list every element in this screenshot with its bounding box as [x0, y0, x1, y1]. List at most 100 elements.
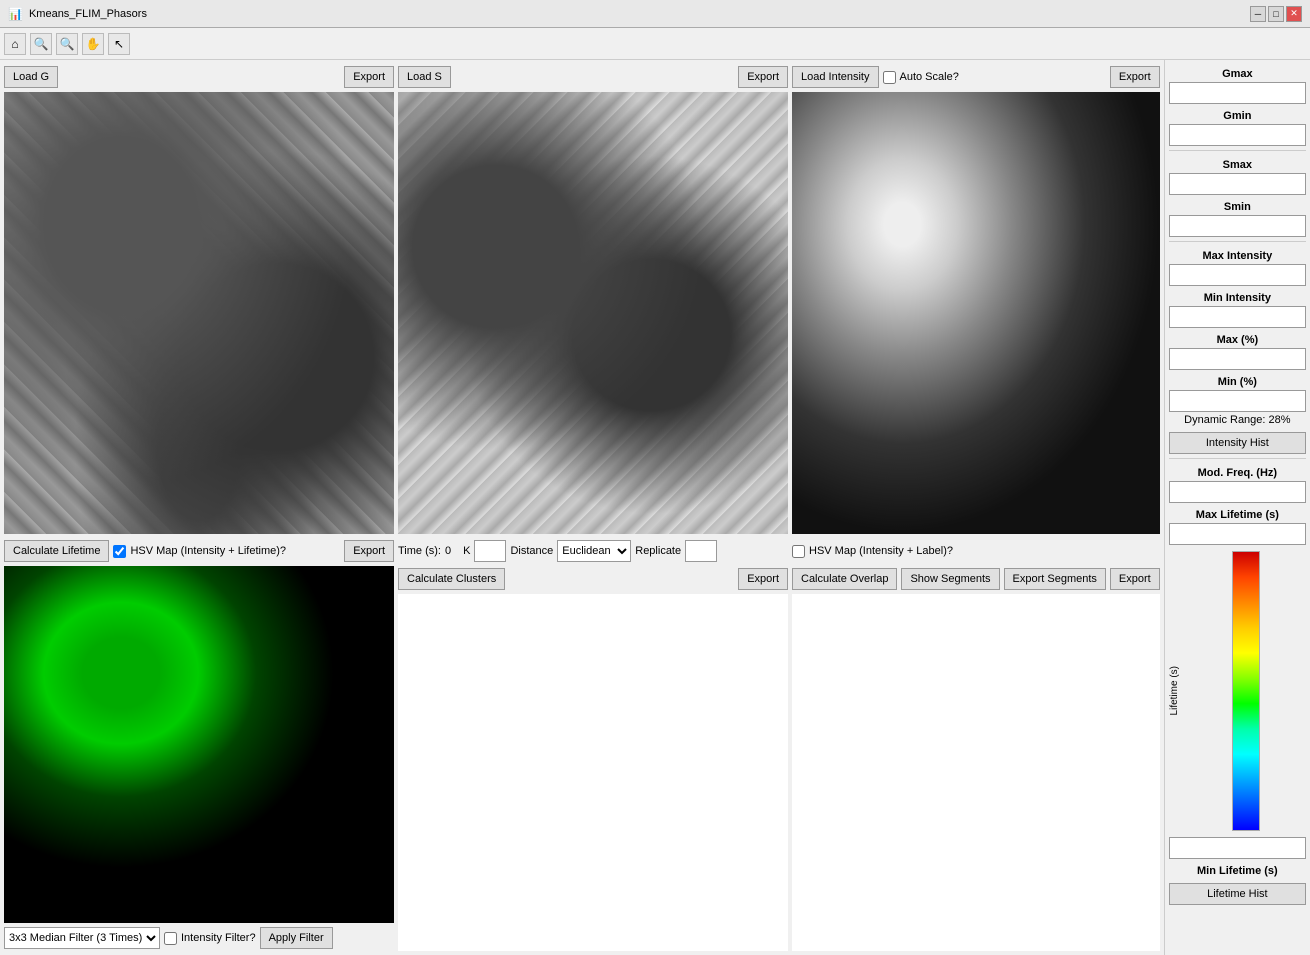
hsv-image-display: [4, 566, 394, 923]
intensity-image-display: [792, 92, 1160, 534]
zoom-out-icon[interactable]: 🔍: [56, 33, 78, 55]
dynamic-range-text: Dynamic Range: 28%: [1169, 414, 1306, 426]
export-intensity-button[interactable]: Export: [1110, 66, 1160, 88]
panel-segments: HSV Map (Intensity + Label)? Calculate O…: [792, 538, 1160, 951]
intensity-image: [792, 92, 1160, 534]
pan-icon[interactable]: ✋: [82, 33, 104, 55]
calculate-overlap-button[interactable]: Calculate Overlap: [792, 568, 897, 590]
mod-freq-label: Mod. Freq. (Hz): [1169, 467, 1306, 479]
maximize-button[interactable]: □: [1268, 6, 1284, 22]
time-value: 0: [445, 545, 451, 557]
mod-freq-input[interactable]: 80E6: [1169, 481, 1306, 503]
intensity-filter-label: Intensity Filter?: [181, 932, 256, 944]
panel-s-header: Load S Export: [398, 64, 788, 90]
max-lifetime-input[interactable]: 3E-9: [1169, 523, 1306, 545]
kmeans-image-display: [398, 594, 788, 951]
kmeans-image: [398, 594, 788, 951]
lifetime-hist-button[interactable]: Lifetime Hist: [1169, 883, 1306, 905]
filter-controls: 3x3 Median Filter (3 Times) 3x3 Median F…: [4, 925, 394, 951]
home-icon[interactable]: ⌂: [4, 33, 26, 55]
smax-input[interactable]: 0.505: [1169, 173, 1306, 195]
gmin-label: Gmin: [1169, 110, 1306, 122]
gmax-label: Gmax: [1169, 68, 1306, 80]
min-intensity-label: Min Intensity: [1169, 292, 1306, 304]
panel-hsv-controls: Calculate Lifetime HSV Map (Intensity + …: [4, 538, 394, 564]
cursor-icon[interactable]: ↖: [108, 33, 130, 55]
export-kmeans-button[interactable]: Export: [738, 568, 788, 590]
panel-intensity: Load Intensity Auto Scale? Export: [792, 64, 1160, 534]
s-image-display: [398, 92, 788, 534]
panel-hsv: Calculate Lifetime HSV Map (Intensity + …: [4, 538, 394, 951]
load-s-button[interactable]: Load S: [398, 66, 451, 88]
replicate-label: Replicate: [635, 545, 681, 557]
load-g-button[interactable]: Load G: [4, 66, 58, 88]
distance-select[interactable]: Euclidean Manhattan Cosine: [557, 540, 631, 562]
top-row: Load G Export Load S Export: [4, 64, 1160, 534]
lifetime-axis-label: Lifetime (s): [1169, 666, 1180, 715]
lifetime-colorbar: [1232, 551, 1260, 831]
colorbar-container: Lifetime (s): [1169, 551, 1306, 831]
max-lifetime-label: Max Lifetime (s): [1169, 509, 1306, 521]
hsv-map-checkbox[interactable]: [113, 545, 126, 558]
smax-label: Smax: [1169, 159, 1306, 171]
panel-kmeans-top-controls: Time (s): 0 K 4 Distance Euclidean Manha…: [398, 538, 788, 564]
show-segments-button[interactable]: Show Segments: [901, 568, 999, 590]
replicate-input[interactable]: 3: [685, 540, 717, 562]
time-label: Time (s):: [398, 545, 441, 557]
filter-select[interactable]: 3x3 Median Filter (3 Times) 3x3 Median F…: [4, 927, 160, 949]
intensity-hist-button[interactable]: Intensity Hist: [1169, 432, 1306, 454]
min-lifetime-input[interactable]: 0E-9: [1169, 837, 1306, 859]
export-hsv-button[interactable]: Export: [344, 540, 394, 562]
separator-1: [1169, 150, 1306, 151]
export-s-button[interactable]: Export: [738, 66, 788, 88]
calculate-lifetime-button[interactable]: Calculate Lifetime: [4, 540, 109, 562]
k-input[interactable]: 4: [474, 540, 506, 562]
panel-kmeans-bottom-controls: Calculate Clusters Export: [398, 566, 788, 592]
gmax-input[interactable]: 1.0: [1169, 82, 1306, 104]
segments-image-display: [792, 594, 1160, 951]
toolbar: ⌂ 🔍 🔍 ✋ ↖: [0, 28, 1310, 60]
bottom-row: Calculate Lifetime HSV Map (Intensity + …: [4, 538, 1160, 951]
panel-segments-bottom-controls: Calculate Overlap Show Segments Export S…: [792, 566, 1160, 592]
hsv-intensity-label: HSV Map (Intensity + Label)?: [809, 545, 953, 557]
panel-g: Load G Export: [4, 64, 394, 534]
max-pct-label: Max (%): [1169, 334, 1306, 346]
panel-segments-top-controls: HSV Map (Intensity + Label)?: [792, 538, 1160, 564]
separator-3: [1169, 458, 1306, 459]
min-lifetime-label: Min Lifetime (s): [1169, 865, 1306, 877]
k-label: K: [463, 545, 470, 557]
export-segments-image-button[interactable]: Export: [1110, 568, 1160, 590]
zoom-in-icon[interactable]: 🔍: [30, 33, 52, 55]
min-intensity-input[interactable]: 7: [1169, 306, 1306, 328]
app-icon: 📊: [8, 7, 23, 21]
export-segments-button[interactable]: Export Segments: [1004, 568, 1106, 590]
title-bar: 📊 Kmeans_FLIM_Phasors ─ □ ✕: [0, 0, 1310, 28]
export-g-button[interactable]: Export: [344, 66, 394, 88]
apply-filter-button[interactable]: Apply Filter: [260, 927, 333, 949]
gmin-input[interactable]: 0: [1169, 124, 1306, 146]
auto-scale-label: Auto Scale?: [900, 71, 959, 83]
minimize-button[interactable]: ─: [1250, 6, 1266, 22]
hsv-map-label: HSV Map (Intensity + Lifetime)?: [130, 545, 286, 557]
auto-scale-checkbox[interactable]: [883, 71, 896, 84]
window-title: Kmeans_FLIM_Phasors: [29, 8, 147, 20]
smin-input[interactable]: 0: [1169, 215, 1306, 237]
panel-g-header: Load G Export: [4, 64, 394, 90]
center-area: Load G Export Load S Export: [0, 60, 1164, 955]
right-panel: Gmax 1.0 Gmin 0 Smax 0.505 Smin 0 Max In…: [1164, 60, 1310, 955]
smin-label: Smin: [1169, 201, 1306, 213]
max-intensity-input[interactable]: 105: [1169, 264, 1306, 286]
separator-2: [1169, 241, 1306, 242]
s-image: [398, 92, 788, 534]
g-image: [4, 92, 394, 534]
close-button[interactable]: ✕: [1286, 6, 1302, 22]
max-pct-input[interactable]: 30: [1169, 348, 1306, 370]
min-pct-input[interactable]: 2: [1169, 390, 1306, 412]
panel-intensity-header: Load Intensity Auto Scale? Export: [792, 64, 1160, 90]
load-intensity-button[interactable]: Load Intensity: [792, 66, 879, 88]
min-pct-label: Min (%): [1169, 376, 1306, 388]
hsv-intensity-label-checkbox[interactable]: [792, 545, 805, 558]
intensity-filter-checkbox[interactable]: [164, 932, 177, 945]
segments-image: [792, 594, 1160, 951]
calculate-clusters-button[interactable]: Calculate Clusters: [398, 568, 505, 590]
